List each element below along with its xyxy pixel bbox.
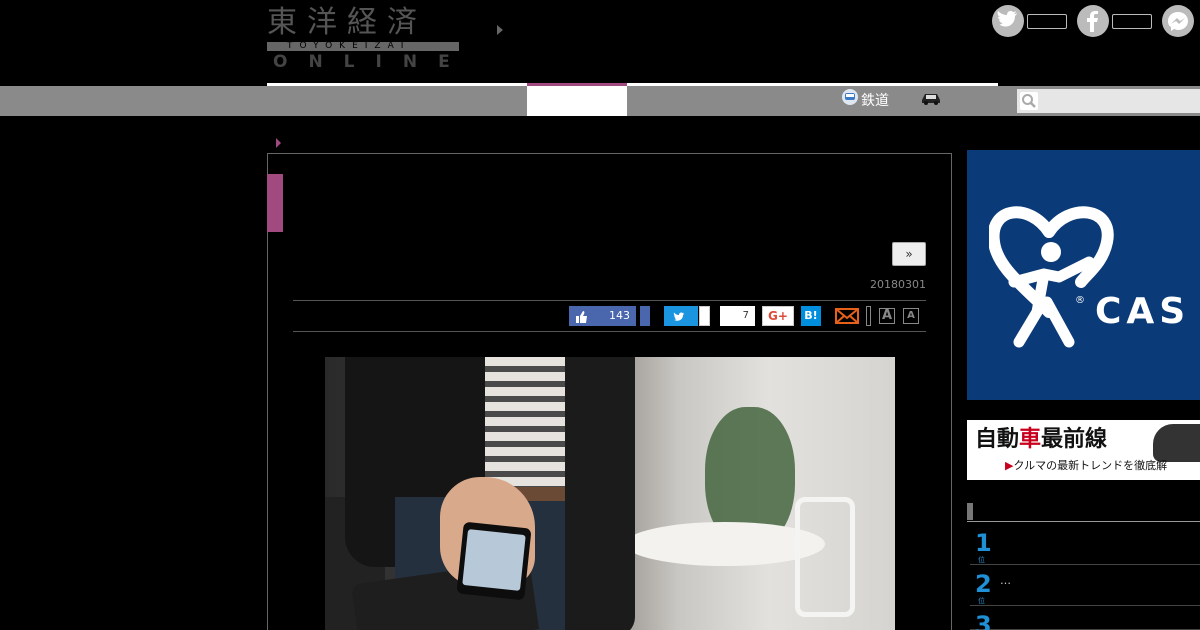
messenger-icon[interactable] (1162, 5, 1194, 37)
font-large-button[interactable]: A (879, 308, 895, 324)
ranking-number: 2 (975, 570, 992, 598)
car-icon (920, 86, 942, 116)
banner-subtitle: ▶クルマの最新トレンドを徹底解 (1005, 459, 1168, 472)
nav-item-car[interactable] (920, 86, 945, 116)
auto-frontline-banner[interactable]: 自動車最前線 ▶クルマの最新トレンドを徹底解 (967, 420, 1200, 480)
facebook-icon[interactable] (1077, 5, 1109, 37)
ad-registered-mark: ® (1075, 295, 1085, 306)
ranking-number-suffix: 位 (978, 556, 985, 564)
facebook-follow-count[interactable] (1112, 14, 1152, 29)
logo-kanji: 東洋経済 (267, 5, 427, 40)
font-small-button[interactable]: A (903, 308, 919, 324)
twitter-share-count (699, 306, 710, 326)
article-date: 20180301 (870, 278, 926, 291)
site-logo[interactable]: 東洋経済 TOYOKEIZAI ONLINE (267, 6, 459, 72)
ranking-item[interactable]: 2 位 … (970, 566, 1200, 606)
ranking-header-bar (967, 503, 973, 520)
facebook-like-button[interactable]: 143 (569, 306, 636, 326)
ranking-item[interactable]: 1 位 (970, 525, 1200, 565)
mail-icon[interactable] (834, 306, 860, 326)
next-page-button[interactable]: » (892, 242, 926, 266)
ranking-item[interactable]: 3 (970, 607, 1200, 630)
twitter-icon[interactable] (992, 5, 1024, 37)
twitter-share-button[interactable] (664, 306, 698, 326)
thumbs-up-icon (575, 309, 588, 329)
banner-title: 自動車最前線 (975, 427, 1108, 452)
car-image (1153, 424, 1200, 462)
hatena-bookmark-count: 7 (720, 306, 755, 326)
ranking-number-suffix: 位 (978, 597, 985, 605)
facebook-share-button[interactable] (640, 306, 650, 326)
sidebar-ad[interactable]: ® CAS (967, 150, 1200, 400)
ranking-number: 1 (975, 529, 992, 557)
facebook-like-count: 143 (609, 309, 630, 322)
train-icon (842, 86, 858, 116)
share-separator-top (293, 300, 926, 301)
nav-item-active[interactable] (527, 83, 627, 116)
search-input[interactable] (1017, 89, 1200, 113)
hatena-bookmark-button[interactable]: B! (801, 306, 821, 326)
menu-arrow-icon[interactable] (497, 25, 503, 35)
logo-romaji: TOYOKEIZAI (287, 41, 411, 51)
article-main-photo (325, 357, 895, 630)
google-plus-button[interactable]: G+ (762, 306, 794, 326)
nav-item-label: 鉄道 (861, 93, 889, 109)
ranking-title: … (1000, 574, 1011, 587)
nav-item-railway[interactable]: 鉄道 (842, 86, 889, 116)
print-button[interactable] (866, 306, 871, 326)
share-separator-bottom (293, 331, 926, 332)
title-accent-bar (267, 174, 283, 232)
logo-online: ONLINE (273, 52, 471, 72)
ad-text: CAS (1095, 291, 1191, 332)
breadcrumb-arrow-icon (276, 138, 281, 148)
ranking-header (967, 500, 1200, 522)
search-icon[interactable] (1020, 92, 1038, 110)
twitter-follow-count[interactable] (1027, 14, 1067, 29)
ranking-number: 3 (975, 611, 992, 630)
